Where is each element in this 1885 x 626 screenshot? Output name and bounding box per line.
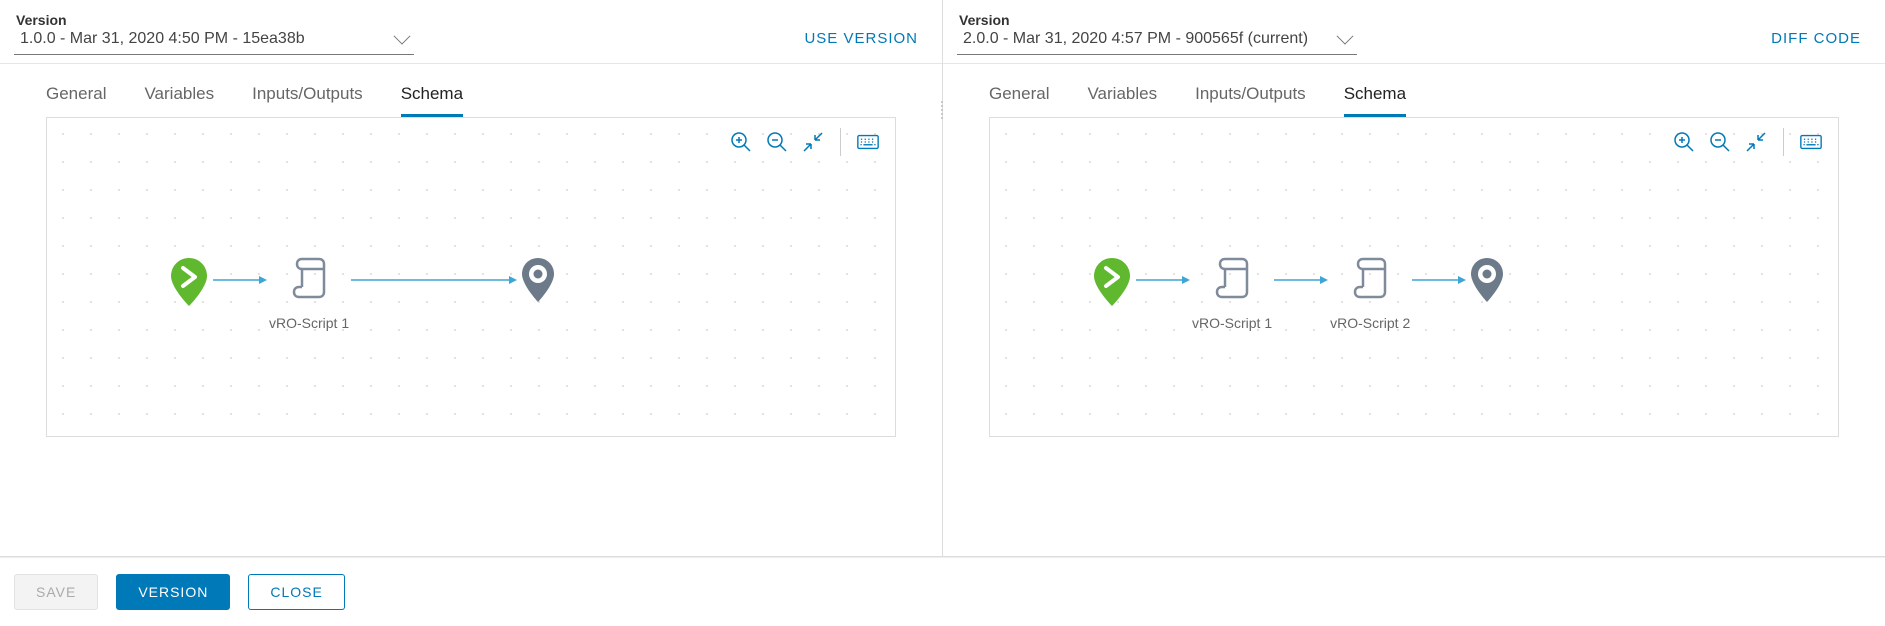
version-label-left: Version xyxy=(16,12,414,28)
version-button[interactable]: VERSION xyxy=(116,574,230,610)
tabs-right: General Variables Inputs/Outputs Schema xyxy=(943,64,1885,117)
arrow-icon xyxy=(1272,256,1330,300)
arrow-icon xyxy=(1134,256,1192,300)
schema-canvas-right[interactable]: vRO-Script 1 vRO-Script 2 xyxy=(989,117,1839,437)
start-node[interactable] xyxy=(167,256,211,341)
diff-code-button[interactable]: DIFF CODE xyxy=(1771,22,1861,55)
tab-inputs-outputs[interactable]: Inputs/Outputs xyxy=(252,84,363,117)
end-node[interactable] xyxy=(519,256,557,337)
version-value-left: 1.0.0 - Mar 31, 2020 4:50 PM - 15ea38b xyxy=(20,30,396,48)
toolbar-divider xyxy=(840,128,841,156)
chevron-down-icon xyxy=(394,28,411,45)
script-node-2[interactable]: vRO-Script 2 xyxy=(1330,256,1410,333)
tab-general[interactable]: General xyxy=(989,84,1049,117)
zoom-in-icon[interactable] xyxy=(728,129,754,155)
toolbar-divider xyxy=(1783,128,1784,156)
fit-screen-icon[interactable] xyxy=(1743,129,1769,155)
keyboard-icon[interactable] xyxy=(1798,129,1824,155)
arrow-icon xyxy=(349,256,519,300)
script-node-1[interactable]: vRO-Script 1 xyxy=(269,256,349,333)
left-pane: Version 1.0.0 - Mar 31, 2020 4:50 PM - 1… xyxy=(0,0,943,556)
right-pane: Version 2.0.0 - Mar 31, 2020 4:57 PM - 9… xyxy=(943,0,1885,556)
keyboard-icon[interactable] xyxy=(855,129,881,155)
zoom-out-icon[interactable] xyxy=(764,129,790,155)
footer: SAVE VERSION CLOSE xyxy=(0,557,1885,626)
version-label-right: Version xyxy=(959,12,1357,28)
tab-schema[interactable]: Schema xyxy=(401,84,463,117)
zoom-in-icon[interactable] xyxy=(1671,129,1697,155)
version-value-right: 2.0.0 - Mar 31, 2020 4:57 PM - 900565f (… xyxy=(963,30,1339,48)
tab-variables[interactable]: Variables xyxy=(144,84,214,117)
schema-canvas-left[interactable]: vRO-Script 1 xyxy=(46,117,896,437)
close-button[interactable]: CLOSE xyxy=(248,574,344,610)
start-node[interactable] xyxy=(1090,256,1134,341)
fit-screen-icon[interactable] xyxy=(800,129,826,155)
version-select-left[interactable]: 1.0.0 - Mar 31, 2020 4:50 PM - 15ea38b xyxy=(14,30,414,55)
tab-general[interactable]: General xyxy=(46,84,106,117)
arrow-icon xyxy=(211,256,269,300)
tab-inputs-outputs[interactable]: Inputs/Outputs xyxy=(1195,84,1306,117)
save-button: SAVE xyxy=(14,574,98,610)
end-node[interactable] xyxy=(1468,256,1506,337)
chevron-down-icon xyxy=(1337,28,1354,45)
tab-variables[interactable]: Variables xyxy=(1087,84,1157,117)
use-version-button[interactable]: USE VERSION xyxy=(804,22,918,55)
zoom-out-icon[interactable] xyxy=(1707,129,1733,155)
script-node-1[interactable]: vRO-Script 1 xyxy=(1192,256,1272,333)
tab-schema[interactable]: Schema xyxy=(1344,84,1406,117)
arrow-icon xyxy=(1410,256,1468,300)
version-select-right[interactable]: 2.0.0 - Mar 31, 2020 4:57 PM - 900565f (… xyxy=(957,30,1357,55)
tabs-left: General Variables Inputs/Outputs Schema xyxy=(0,64,942,117)
